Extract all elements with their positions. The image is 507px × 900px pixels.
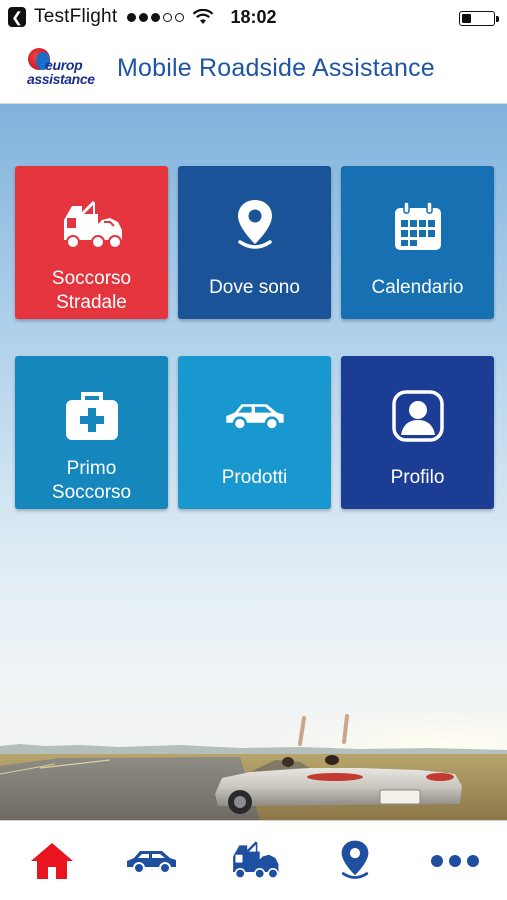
tab-car[interactable] xyxy=(122,837,182,885)
tow-truck-icon xyxy=(60,196,124,256)
tow-truck-icon xyxy=(233,841,279,879)
tab-tow[interactable] xyxy=(225,837,285,885)
tile-label: Calendario xyxy=(371,277,464,298)
tab-more[interactable] xyxy=(425,837,485,885)
more-icon xyxy=(431,855,479,867)
tile-primo-soccorso[interactable]: Primo Soccorso xyxy=(15,356,168,509)
tile-dove-sono[interactable]: Dove sono xyxy=(178,166,331,319)
tile-calendario[interactable]: Calendario xyxy=(341,166,494,319)
tab-home[interactable] xyxy=(22,837,82,885)
location-pin-icon xyxy=(341,840,369,879)
bottom-tab-bar xyxy=(0,820,507,900)
home-icon xyxy=(31,843,73,879)
back-app-label[interactable]: TestFlight xyxy=(34,6,117,28)
tile-label: Soccorso Stradale xyxy=(51,268,132,313)
tile-label: Primo Soccorso xyxy=(51,458,132,503)
tile-label: Dove sono xyxy=(209,277,300,298)
home-dashboard: Soccorso Stradale Dove sono Calendario P… xyxy=(0,104,507,820)
first-aid-kit-icon xyxy=(60,386,124,446)
location-pin-icon xyxy=(223,196,287,256)
tile-soccorso-stradale[interactable]: Soccorso Stradale xyxy=(15,166,168,319)
car-icon xyxy=(223,386,287,446)
back-to-app-icon[interactable]: ❮ xyxy=(8,7,26,27)
wifi-icon xyxy=(193,9,214,24)
landscape-background xyxy=(0,704,507,820)
clock: 18:02 xyxy=(230,7,277,27)
tile-label: Profilo xyxy=(390,467,445,488)
signal-strength-icon xyxy=(127,12,185,22)
page-title: Mobile Roadside Assistance xyxy=(117,54,435,82)
tile-label: Prodotti xyxy=(221,467,288,488)
car-icon xyxy=(127,851,176,874)
status-bar: ❮ TestFlight 18:02 xyxy=(0,0,507,36)
europ-assistance-logo[interactable]: europ assistance xyxy=(22,48,95,94)
tab-location[interactable] xyxy=(325,837,385,885)
calendar-icon xyxy=(386,196,450,256)
tile-profilo[interactable]: Profilo xyxy=(341,356,494,509)
app-header: europ assistance Mobile Roadside Assista… xyxy=(0,36,507,104)
tile-prodotti[interactable]: Prodotti xyxy=(178,356,331,509)
profile-icon xyxy=(386,386,450,446)
battery-icon xyxy=(459,11,499,26)
